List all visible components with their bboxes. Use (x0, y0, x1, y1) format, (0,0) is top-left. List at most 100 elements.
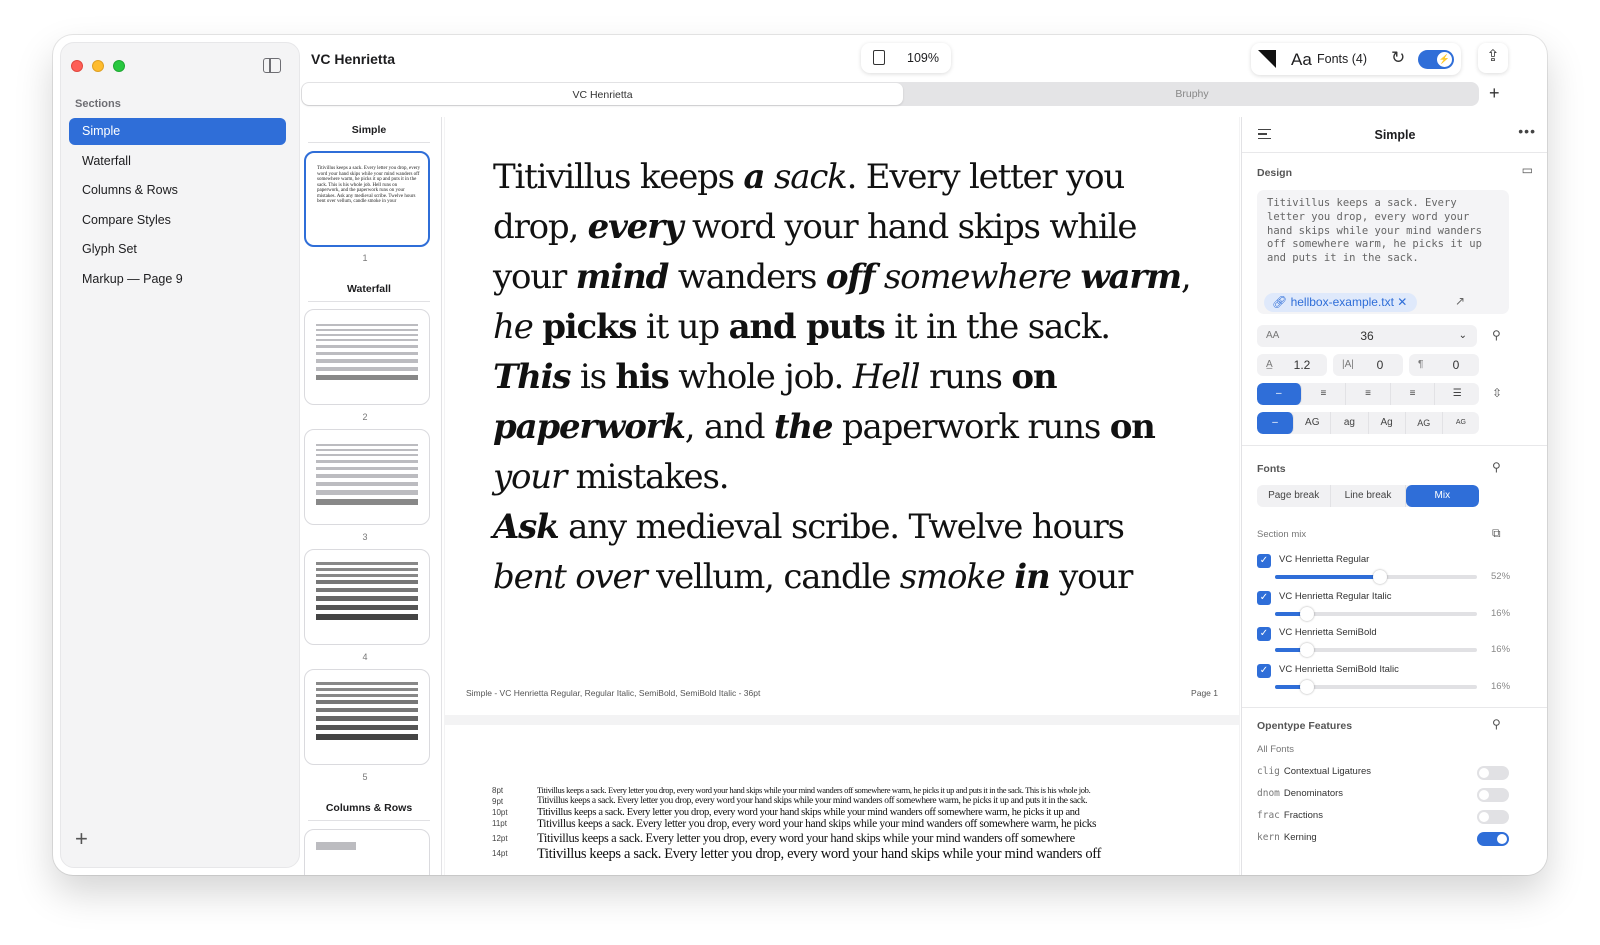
zoom-window-button[interactable] (113, 60, 125, 72)
mix-slider-handle[interactable] (1373, 570, 1388, 584)
mix-slider[interactable] (1275, 570, 1477, 584)
case-option-0[interactable]: – (1257, 412, 1295, 434)
add-section-plus-icon[interactable]: + (75, 828, 88, 850)
specimen-run: vellum, candle (646, 557, 900, 597)
tab-bruphy[interactable]: Bruphy (905, 82, 1479, 106)
page-number: 4 (362, 652, 368, 662)
live-mode-toggle[interactable] (1418, 50, 1454, 69)
align-left-icon[interactable]: ≡ (1302, 383, 1347, 405)
fonts-mode-option-2[interactable]: Mix (1405, 485, 1479, 507)
sidebar-item-columns-rows[interactable]: Columns & Rows (69, 177, 286, 204)
zoom-control[interactable]: 109% (861, 43, 951, 73)
specimen-run: bent over (493, 557, 648, 597)
page-number: 3 (362, 532, 368, 542)
link-icon: 🔗︎ (1272, 295, 1291, 309)
fonts-count-button[interactable]: Fonts (4) (1317, 52, 1367, 66)
mix-slider[interactable] (1275, 643, 1477, 657)
fonts-adjust-icon[interactable]: ⚲ (1492, 460, 1501, 474)
page-thumbnail-4[interactable] (304, 549, 430, 645)
document-title: VC Henrietta (311, 51, 396, 67)
add-tab-plus-icon[interactable]: + (1489, 83, 1500, 104)
mix-font-name: VC Henrietta SemiBold Italic (1279, 663, 1399, 675)
feature-toggle-kern[interactable] (1477, 832, 1509, 846)
case-option-3[interactable]: Ag (1369, 412, 1406, 434)
opentype-adjust-icon[interactable]: ⚲ (1492, 717, 1501, 731)
font-aa-icon[interactable]: Aa (1291, 50, 1312, 70)
sample-text: Titivillus keeps a sack. Every letter yo… (1267, 197, 1482, 265)
open-external-icon[interactable]: ↗ (1455, 294, 1465, 308)
sidebar-item-compare-styles[interactable]: Compare Styles (69, 207, 286, 234)
align-option-0[interactable]: – (1257, 383, 1302, 405)
line-height-field[interactable]: A̲ 1.2 (1257, 354, 1327, 376)
mix-checkbox[interactable]: ✓ (1257, 590, 1271, 605)
share-icon[interactable]: ⇪ (1478, 43, 1508, 73)
mix-checkbox[interactable]: ✓ (1257, 663, 1271, 678)
more-options-icon[interactable]: ••• (1518, 123, 1536, 139)
align-right-icon[interactable]: ≡ (1391, 383, 1436, 405)
vertical-align-icon[interactable]: ⇳ (1492, 386, 1502, 400)
sidebar-item-markup-page-9[interactable]: Markup — Page 9 (69, 266, 286, 293)
minimize-window-button[interactable] (92, 60, 104, 72)
copy-mix-icon[interactable]: ⧉ (1492, 526, 1501, 541)
mix-checkbox[interactable]: ✓ (1257, 627, 1271, 641)
appearance-triangle-icon[interactable] (1258, 50, 1276, 68)
sample-text-input[interactable]: Titivillus keeps a sack. Every letter yo… (1257, 190, 1509, 314)
feature-tag: frac (1257, 810, 1280, 821)
feature-toggle-clig[interactable] (1477, 766, 1509, 780)
sidebar-item-waterfall[interactable]: Waterfall (69, 148, 286, 175)
font-size-select[interactable]: AA 36 ⌄ (1257, 325, 1477, 347)
waterfall-line: Titivillus keeps a sack. Every letter yo… (537, 831, 1075, 845)
close-window-button[interactable] (71, 60, 83, 72)
page-number: 1 (362, 253, 368, 263)
page-thumbnail-5[interactable] (304, 669, 430, 765)
fonts-mode-option-0[interactable]: Page break (1257, 485, 1332, 507)
feature-toggle-dnom[interactable] (1477, 788, 1509, 802)
page-layout-icon[interactable]: ▭ (1522, 163, 1533, 177)
feature-row-frac: frac Fractions (1257, 810, 1527, 826)
waterfall-line: Titivillus keeps a sack. Every letter yo… (537, 785, 1091, 795)
page-2-waterfall: 8pt Titivillus keeps a sack. Every letter… (445, 725, 1239, 875)
align-center-icon[interactable]: ≡ (1346, 383, 1391, 405)
sidebar-toggle-icon[interactable] (263, 58, 281, 73)
page-view-icon[interactable] (873, 50, 885, 65)
tab-vc-henrietta[interactable]: VC Henrietta (302, 83, 903, 105)
specimen-run: it up (636, 307, 729, 347)
sidebar-item-simple[interactable]: Simple (69, 118, 286, 145)
specimen-run: off (825, 257, 876, 297)
refresh-icon[interactable]: ↻ (1391, 48, 1405, 68)
feature-toggle-frac[interactable] (1477, 810, 1509, 824)
mix-slider[interactable] (1275, 679, 1477, 694)
mix-slider-handle[interactable] (1300, 606, 1315, 621)
page-thumbnail-2[interactable] (304, 309, 430, 405)
tracking-field[interactable]: |A| 0 (1333, 354, 1403, 376)
specimen-run: wanders (668, 257, 826, 297)
page-thumbnail-3[interactable] (304, 429, 430, 525)
waterfall-line: Titivillus keeps a sack. Every letter yo… (537, 818, 1097, 830)
page-thumbnail-6[interactable] (304, 829, 430, 875)
fonts-mode-option-1[interactable]: Line break (1331, 485, 1406, 507)
file-chip[interactable]: 🔗︎ hellbox-example.txt ✕ (1264, 293, 1418, 312)
zoom-level: 109% (907, 51, 939, 65)
page-thumbnail-1[interactable]: Titivillus keeps a sack. Every letter yo… (304, 151, 430, 247)
feature-name: Contextual Ligatures (1283, 766, 1372, 777)
mix-slider-handle[interactable] (1300, 679, 1315, 694)
paragraph-spacing-field[interactable]: ¶ 0 (1409, 354, 1479, 376)
document-canvas[interactable]: Titivillus keeps a sack. Every letter yo… (444, 117, 1240, 875)
size-adjust-icon[interactable]: ⚲ (1492, 328, 1501, 342)
case-option-1[interactable]: AG (1294, 412, 1332, 434)
line-height-value: 1.2 (1293, 358, 1311, 372)
align-justify-icon[interactable]: ☰ (1435, 383, 1479, 405)
remove-file-icon[interactable]: ✕ (1394, 295, 1407, 309)
text-align-segmented[interactable]: – ≡ ≡ ≡ ☰ (1257, 383, 1479, 405)
mix-checkbox[interactable]: ✓ (1257, 554, 1271, 568)
mix-slider-handle[interactable] (1300, 643, 1315, 657)
specimen-run: Hell (852, 357, 921, 397)
case-option-5[interactable]: AG (1443, 412, 1479, 434)
mix-slider[interactable] (1275, 606, 1477, 621)
case-option-2[interactable]: ag (1331, 412, 1369, 434)
sidebar-item-glyph-set[interactable]: Glyph Set (69, 236, 286, 263)
mix-font-name: VC Henrietta Regular Italic (1279, 590, 1392, 602)
fonts-mode-segmented[interactable]: Page break Line break Mix (1257, 485, 1479, 507)
case-segmented[interactable]: – AG ag Ag AG AG (1257, 412, 1479, 434)
case-option-4[interactable]: AG (1406, 412, 1443, 434)
